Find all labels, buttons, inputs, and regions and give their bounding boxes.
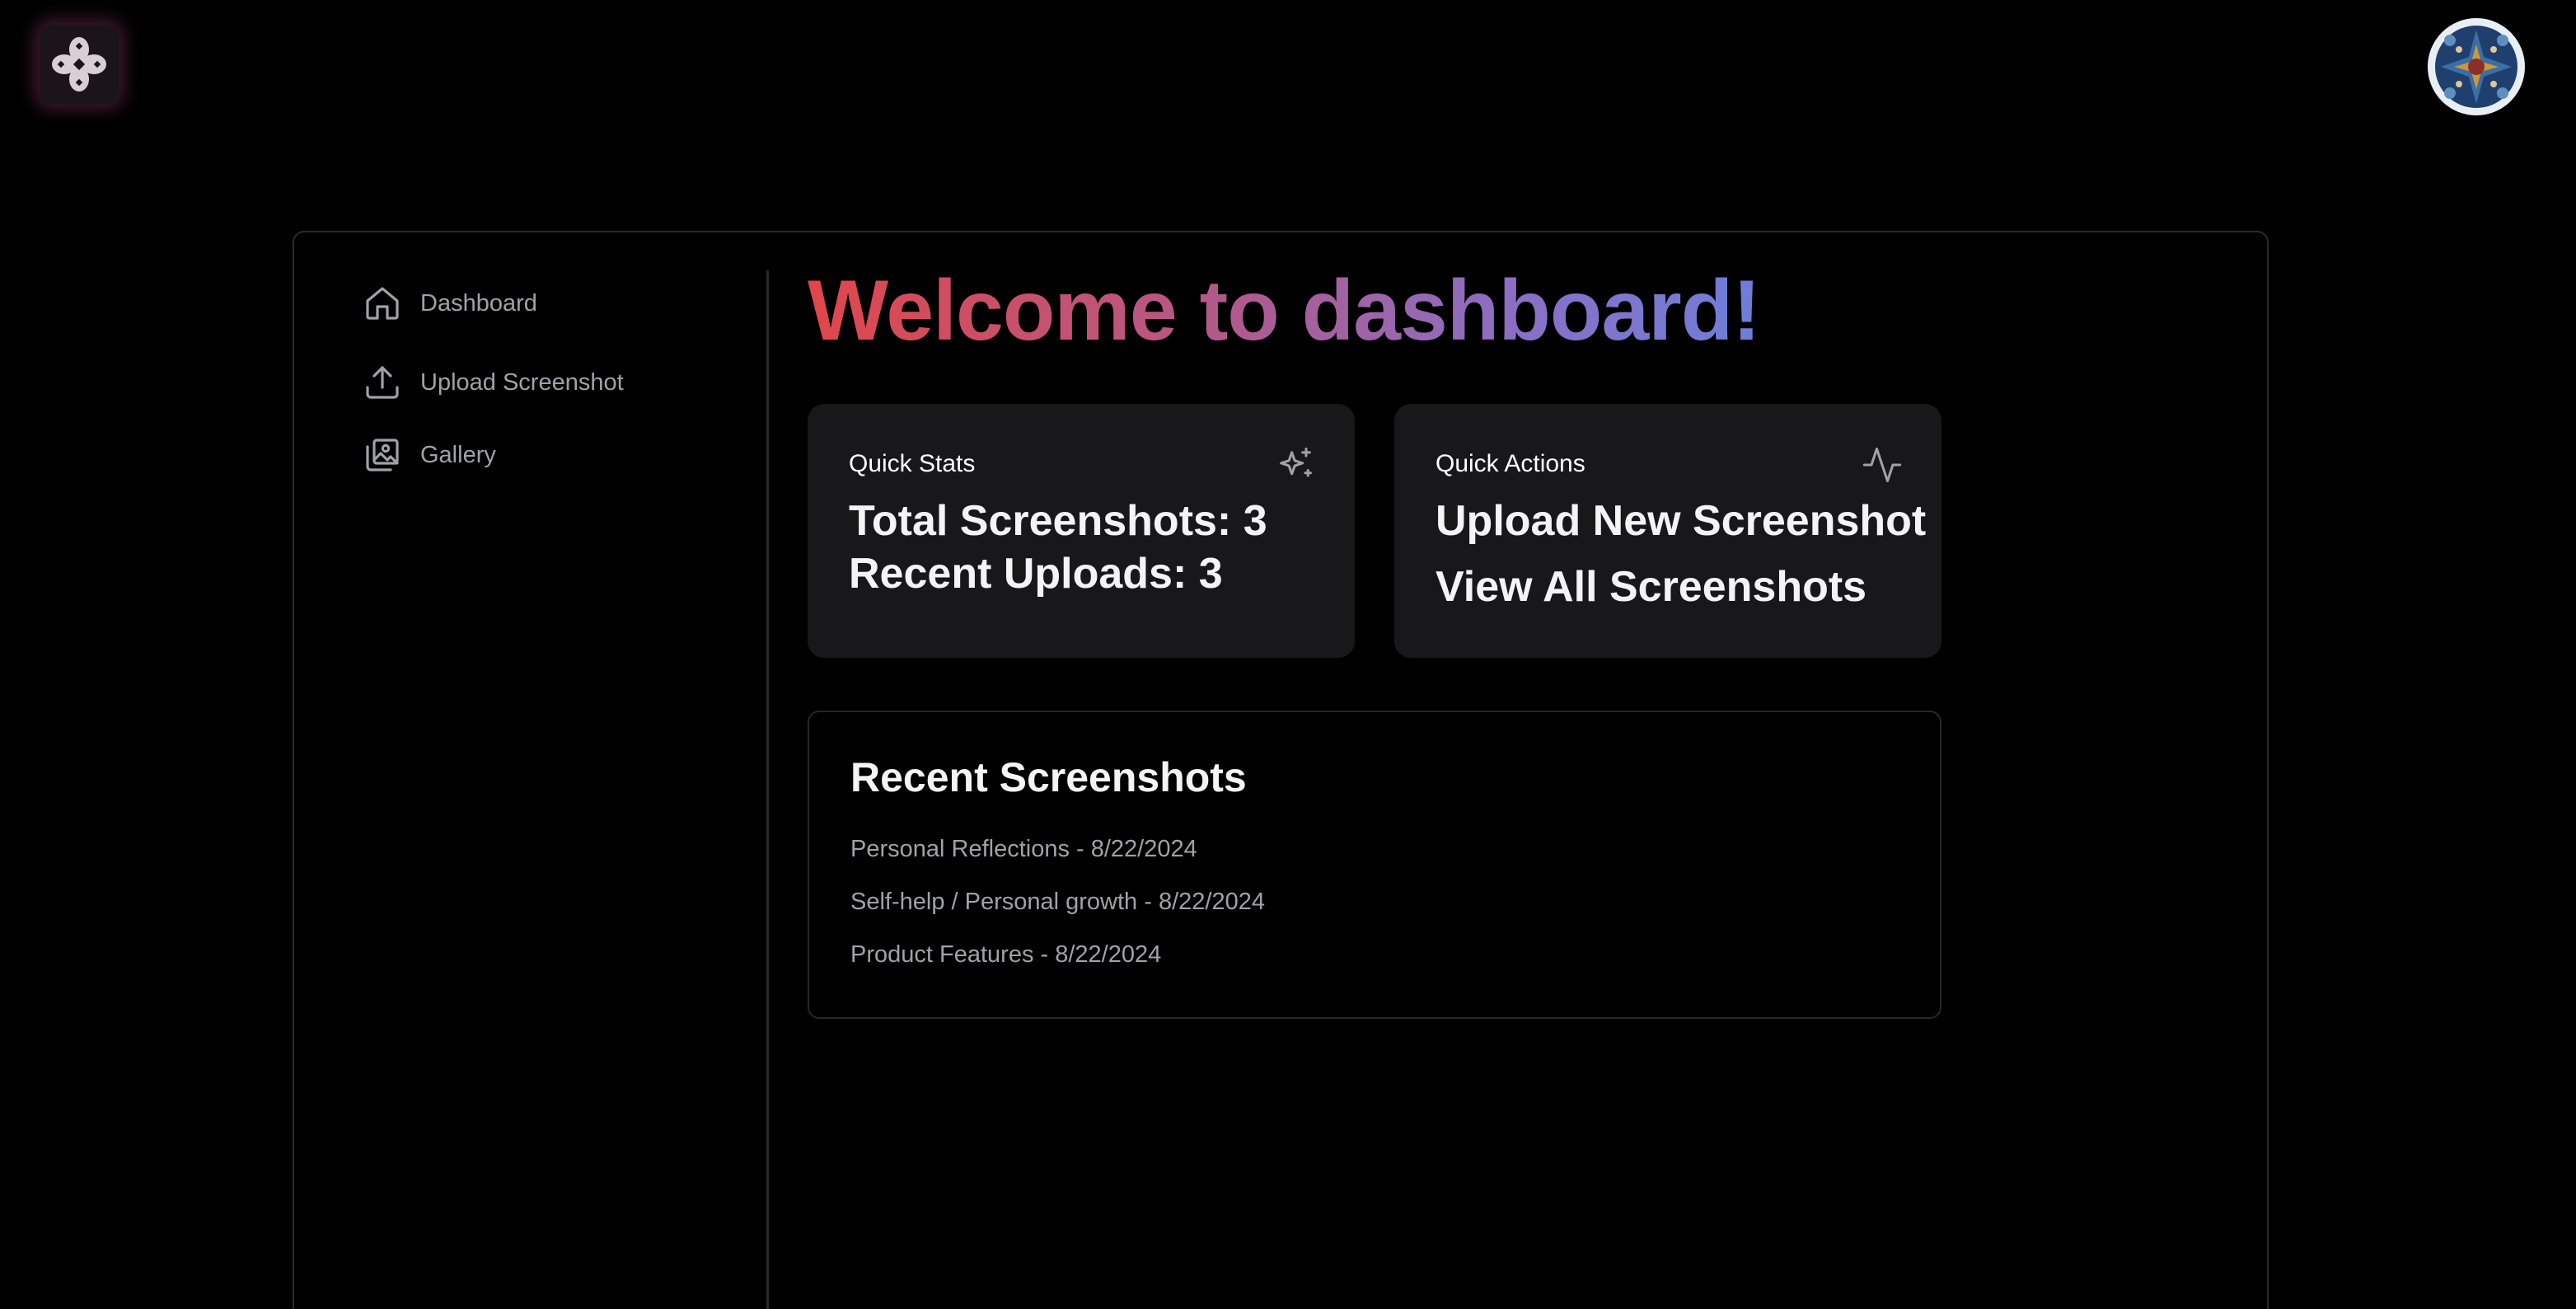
user-avatar[interactable] — [2428, 18, 2525, 115]
total-screenshots-stat: Total Screenshots: 3 — [849, 497, 1267, 545]
page-title: Welcome to dashboard! — [808, 257, 1761, 364]
quick-stats-card: Quick Stats Total Screenshots: 3 Recent … — [808, 404, 1355, 658]
view-all-screenshots-link[interactable]: View All Screenshots — [1436, 562, 1866, 612]
recent-uploads-stat: Recent Uploads: 3 — [849, 550, 1223, 598]
flower-logo-icon — [52, 37, 106, 91]
sidebar-item-dashboard[interactable]: Dashboard — [363, 284, 537, 323]
sidebar-divider — [766, 270, 769, 1309]
page: Dashboard Upload Screenshot Gallery Welc… — [0, 0, 2576, 1309]
sidebar-item-label: Gallery — [420, 441, 496, 468]
mosaic-avatar-icon — [2429, 20, 2523, 114]
app-logo[interactable] — [40, 25, 119, 104]
sidebar-item-label: Upload Screenshot — [420, 368, 624, 396]
quick-stats-label: Quick Stats — [849, 450, 976, 477]
sidebar-item-upload-screenshot[interactable]: Upload Screenshot — [363, 363, 624, 402]
recent-screenshots-title: Recent Screenshots — [850, 754, 1247, 800]
upload-new-screenshot-link[interactable]: Upload New Screenshot — [1436, 496, 1926, 546]
sidebar-item-label: Dashboard — [420, 289, 537, 317]
gallery-icon — [366, 439, 399, 472]
recent-screenshots-panel: Recent Screenshots Personal Reflections … — [808, 711, 1941, 1019]
upload-icon — [366, 366, 399, 399]
list-item[interactable]: Product Features - 8/22/2024 — [850, 941, 1161, 969]
activity-icon — [1862, 447, 1902, 483]
list-item[interactable]: Self-help / Personal growth - 8/22/2024 — [850, 889, 1265, 916]
list-item[interactable]: Personal Reflections - 8/22/2024 — [850, 836, 1197, 863]
sidebar-item-gallery[interactable]: Gallery — [363, 435, 496, 475]
sparkles-icon — [1280, 447, 1312, 477]
home-icon — [366, 287, 399, 320]
quick-actions-card: Quick Actions Upload New Screenshot View… — [1394, 404, 1941, 658]
quick-actions-label: Quick Actions — [1436, 450, 1585, 477]
